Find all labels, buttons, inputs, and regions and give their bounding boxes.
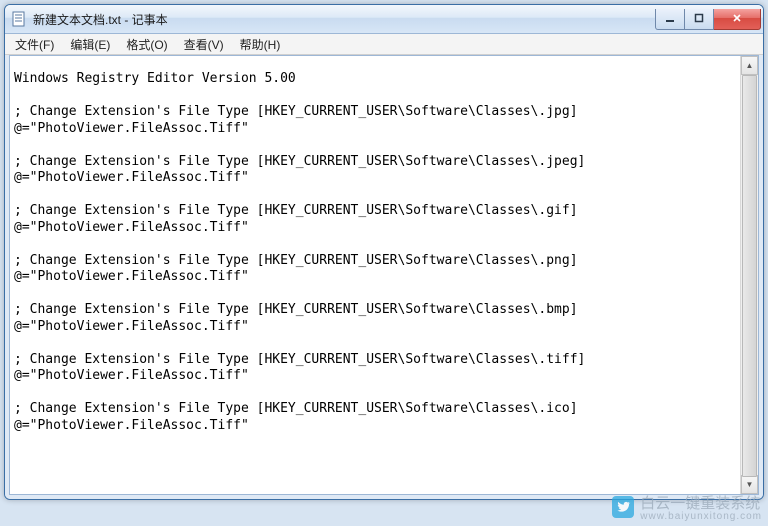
- close-icon: [732, 13, 742, 26]
- scroll-track[interactable]: [741, 75, 758, 475]
- menu-format[interactable]: 格式(O): [118, 35, 175, 54]
- menu-help[interactable]: 帮助(H): [232, 35, 289, 54]
- window-title: 新建文本文档.txt - 记事本: [33, 11, 655, 28]
- menu-view[interactable]: 查看(V): [176, 35, 232, 54]
- text-area[interactable]: Windows Registry Editor Version 5.00 ; C…: [10, 69, 758, 495]
- titlebar[interactable]: 新建文本文档.txt - 记事本: [5, 5, 763, 34]
- minimize-button[interactable]: [655, 9, 685, 30]
- client-frame: Windows Registry Editor Version 5.00 ; C…: [5, 55, 763, 499]
- window-controls: [655, 9, 761, 29]
- maximize-icon: [694, 13, 704, 26]
- window: 新建文本文档.txt - 记事本 文件(F) 编辑(E) 格式(O) 查看(V)…: [4, 4, 764, 500]
- scroll-down-button[interactable]: ▼: [741, 475, 758, 494]
- scroll-up-button[interactable]: ▲: [741, 56, 758, 75]
- close-button[interactable]: [714, 9, 761, 30]
- chevron-down-icon: ▼: [746, 480, 754, 489]
- maximize-button[interactable]: [685, 9, 714, 30]
- vertical-scrollbar[interactable]: ▲ ▼: [740, 56, 758, 494]
- scroll-thumb[interactable]: [742, 75, 757, 477]
- menu-file[interactable]: 文件(F): [7, 35, 62, 54]
- client-area: Windows Registry Editor Version 5.00 ; C…: [9, 55, 759, 495]
- minimize-icon: [665, 13, 675, 26]
- watermark-url: www.baiyunxitong.com: [640, 511, 762, 522]
- notepad-icon: [11, 11, 27, 27]
- menubar: 文件(F) 编辑(E) 格式(O) 查看(V) 帮助(H): [5, 34, 763, 55]
- menu-edit[interactable]: 编辑(E): [62, 35, 118, 54]
- chevron-up-icon: ▲: [746, 61, 754, 70]
